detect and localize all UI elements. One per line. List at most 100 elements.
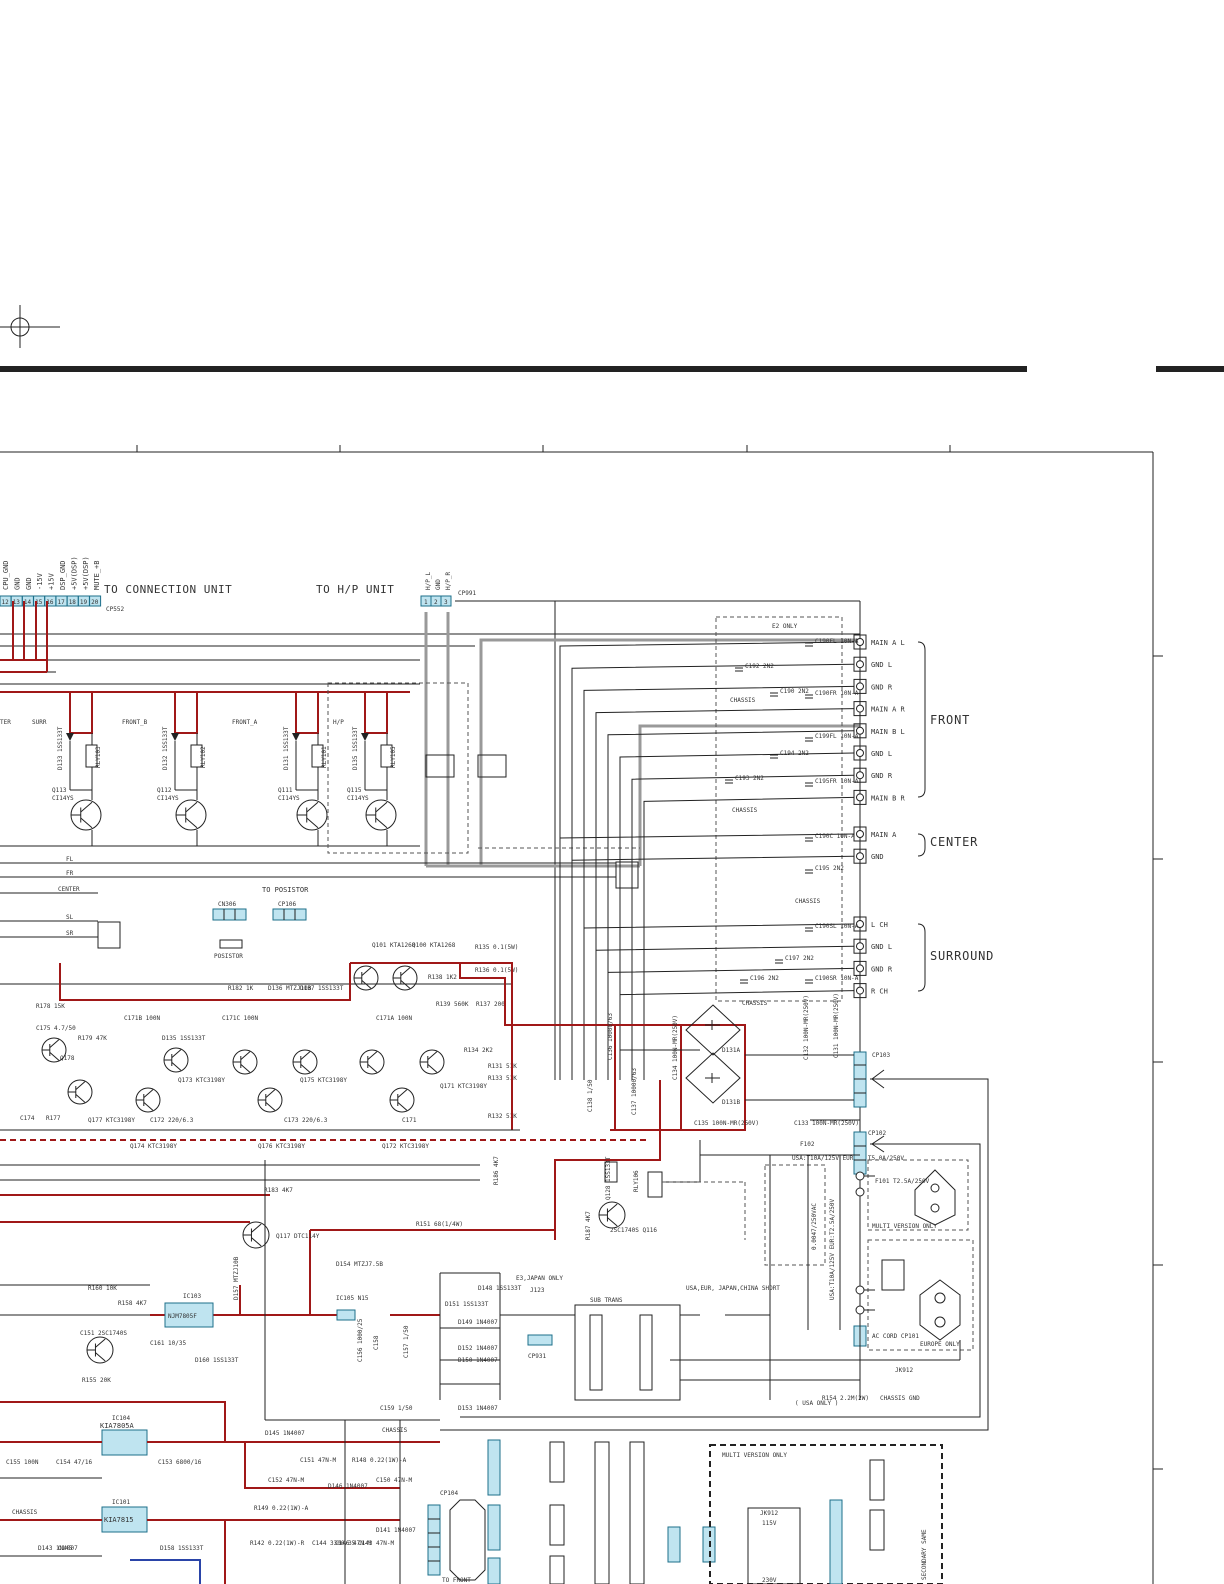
jk912-bottom-label: JK912 xyxy=(760,1510,778,1517)
amp-part-label: C171 xyxy=(402,1117,417,1124)
speaker-terminal-label: MAIN A L xyxy=(871,639,905,647)
standby-label-c157: C157 1/50 xyxy=(403,1325,410,1358)
amp-transistor xyxy=(163,1047,189,1073)
posistor-part-label: POSISTOR xyxy=(214,953,243,960)
speaker-cap-label: C199FL 10N-A xyxy=(815,733,859,740)
speaker-cap-label: C195 2N2 xyxy=(815,865,844,872)
multi-version-only-label: MULTI VERSION ONLY xyxy=(722,1452,787,1459)
relay-driver-transistor xyxy=(70,799,102,831)
hp-pin-number: 3 xyxy=(444,599,448,606)
speaker-terminal: L CH xyxy=(853,916,888,932)
amp-part-label: Q177 KTC3198Y xyxy=(88,1117,135,1124)
ac-cord-label: AC CORD CP101 xyxy=(872,1333,919,1340)
cp104-label: CP104 xyxy=(440,1490,458,1497)
speaker-cap-label: C190C 10N-A xyxy=(815,833,855,840)
relay-transistor-ref: Q112 xyxy=(157,787,172,794)
ic103-ref: IC103 xyxy=(183,1293,201,1300)
power-cap-label: C134 100N-MR(250V) xyxy=(672,1015,679,1080)
secondary-same-label: SECONDARY SAME xyxy=(921,1529,928,1580)
ic104-part: KIA7805A xyxy=(100,1422,135,1430)
cp106-label: CP106 xyxy=(278,901,296,908)
regulator-part-label: D160 1SS133T xyxy=(195,1357,239,1364)
relay-driver-block: RLY103 D133 1SS133T Q113CI14YS xyxy=(52,692,102,846)
regulator-wires xyxy=(0,1401,440,1584)
power-cap-label: C131 100N-MR(250V) xyxy=(833,993,840,1058)
signal-line-label: CENTER xyxy=(58,886,80,893)
regulator-part-label: C146 47N-M xyxy=(335,1540,372,1547)
cp552-pin-label: +5V(DSP) xyxy=(70,556,78,590)
cp552-pin-label: DSP_GND xyxy=(59,560,67,590)
standby-label-e3-japan: E3,JAPAN ONLY xyxy=(516,1275,563,1282)
cp931-connector xyxy=(527,1334,553,1346)
zone-label: SURR xyxy=(32,719,47,726)
signal-line-label: FL xyxy=(66,856,74,863)
protection-part-label: R135 0.1(5W) xyxy=(475,944,518,951)
regulator-part-label: D141 1N4007 xyxy=(376,1527,416,1534)
relay-contact-1 xyxy=(425,754,455,778)
speaker-terminal: MAIN A L xyxy=(853,634,905,650)
standby-transistor xyxy=(598,1201,626,1229)
ic103-block: IC103 NJM7805F xyxy=(164,1293,214,1328)
cp552-pin-label: GND xyxy=(13,577,21,590)
amp-part-label: R179 47K xyxy=(78,1035,107,1042)
fuse-f102-label: F102 xyxy=(800,1141,815,1148)
v230-label: 230V xyxy=(762,1577,777,1584)
chassis-gnd-label: CHASSIS GND xyxy=(880,1395,920,1402)
regulator-part-label: C153 6800/16 xyxy=(158,1459,202,1466)
regulator-part-label: C154 47/16 xyxy=(56,1459,93,1466)
cp104-section: CP104 TO FRONT MULTI VERSION ONLY JK912 … xyxy=(427,1439,943,1584)
speaker-terminal: MAIN A R xyxy=(853,701,906,717)
header-bar-right xyxy=(1156,366,1224,372)
cp103-label: CP103 xyxy=(872,1052,890,1059)
posistor-section: TO POSISTOR CN306 CP106 POSISTOR xyxy=(212,886,309,960)
relay-driver-block: RLY101 D131 1SS133T Q111CI14YS xyxy=(278,692,328,846)
fuse-rating-label: USA:T10A/125V EUROPE:T5.0A/250V xyxy=(792,1155,904,1162)
protection-part-label: R139 560K xyxy=(436,1001,469,1008)
standby-label-q116: 2SC1740S Q116 xyxy=(610,1227,657,1234)
speaker-terminal-label: MAIN A xyxy=(871,831,897,839)
speaker-terminal-label: GND R xyxy=(871,965,893,973)
relay-transistor-part: CI14YS xyxy=(278,795,300,802)
regulator-part-label: R142 0.22(1W)-R xyxy=(250,1540,305,1547)
relay-transistor-part: CI14YS xyxy=(157,795,179,802)
speaker-cap-label: C190SR 10N-A xyxy=(815,975,859,982)
standby-label-j123: J123 xyxy=(530,1287,545,1294)
amp-part-label: R177 xyxy=(46,1115,61,1122)
cp552-pin-label: -15V xyxy=(36,572,44,590)
speaker-cap-label: C197 2N2 xyxy=(785,955,814,962)
protection-part-label: R137 200 xyxy=(476,1001,505,1008)
c130-note-label: 0.0047/250VAC xyxy=(811,1203,818,1250)
speaker-terminal-label: GND xyxy=(871,853,884,861)
relay-transistor-part: CI14YS xyxy=(347,795,369,802)
regulator-part-label: D146 1N4007 xyxy=(328,1483,368,1490)
standby-label-ic105: IC105 N15 xyxy=(336,1295,369,1302)
e2-only-label: E2 ONLY xyxy=(772,623,798,630)
standby-label-rly: RLY106 xyxy=(633,1170,640,1192)
speaker-terminal-label: MAIN B R xyxy=(871,794,906,802)
standby-label-c159: C159 1/50 xyxy=(380,1405,413,1412)
amp-part-label: D137 1SS133T xyxy=(300,985,344,992)
chassis-label: CHASSIS xyxy=(730,697,756,704)
standby-label-r151: R151 68(1/4W) xyxy=(416,1221,463,1228)
power-cap-label: C132 100N-MR(250V) xyxy=(803,995,810,1060)
protection-part-label: R134 2K2 xyxy=(464,1047,493,1054)
relay-driver-transistor xyxy=(296,799,328,831)
power-cap-label: C133 100N-MR(250V) xyxy=(794,1120,859,1127)
speaker-terminal: GND xyxy=(853,848,884,864)
standby-label-d157: D157 MTZJ10B xyxy=(233,1256,240,1300)
standby-label-cp931: CP931 xyxy=(528,1353,546,1360)
ue-note-label: USA:T10A/125V EUR:T2.5A/250V xyxy=(829,1198,836,1300)
v115-label: 115V xyxy=(762,1520,777,1527)
amp-transistor xyxy=(419,1049,445,1075)
ic101-ref: IC101 xyxy=(112,1499,130,1506)
amp-part-label: C172 220/6.3 xyxy=(150,1117,194,1124)
speaker-cap-label: C193 2N2 xyxy=(735,775,764,782)
standby-label-r183: R183 4K7 xyxy=(264,1187,293,1194)
power-cap-label: C137 10000/63 xyxy=(631,1068,638,1115)
standby-label-d152: D152 1N4007 xyxy=(458,1345,498,1352)
drawing-frame xyxy=(0,445,1163,1584)
standby-label-q117: Q117 DTC114Y xyxy=(276,1233,320,1240)
zone-label: TER xyxy=(0,719,11,726)
ic104-ref: IC104 xyxy=(112,1415,130,1422)
chassis-label: CHASSIS xyxy=(732,807,758,814)
